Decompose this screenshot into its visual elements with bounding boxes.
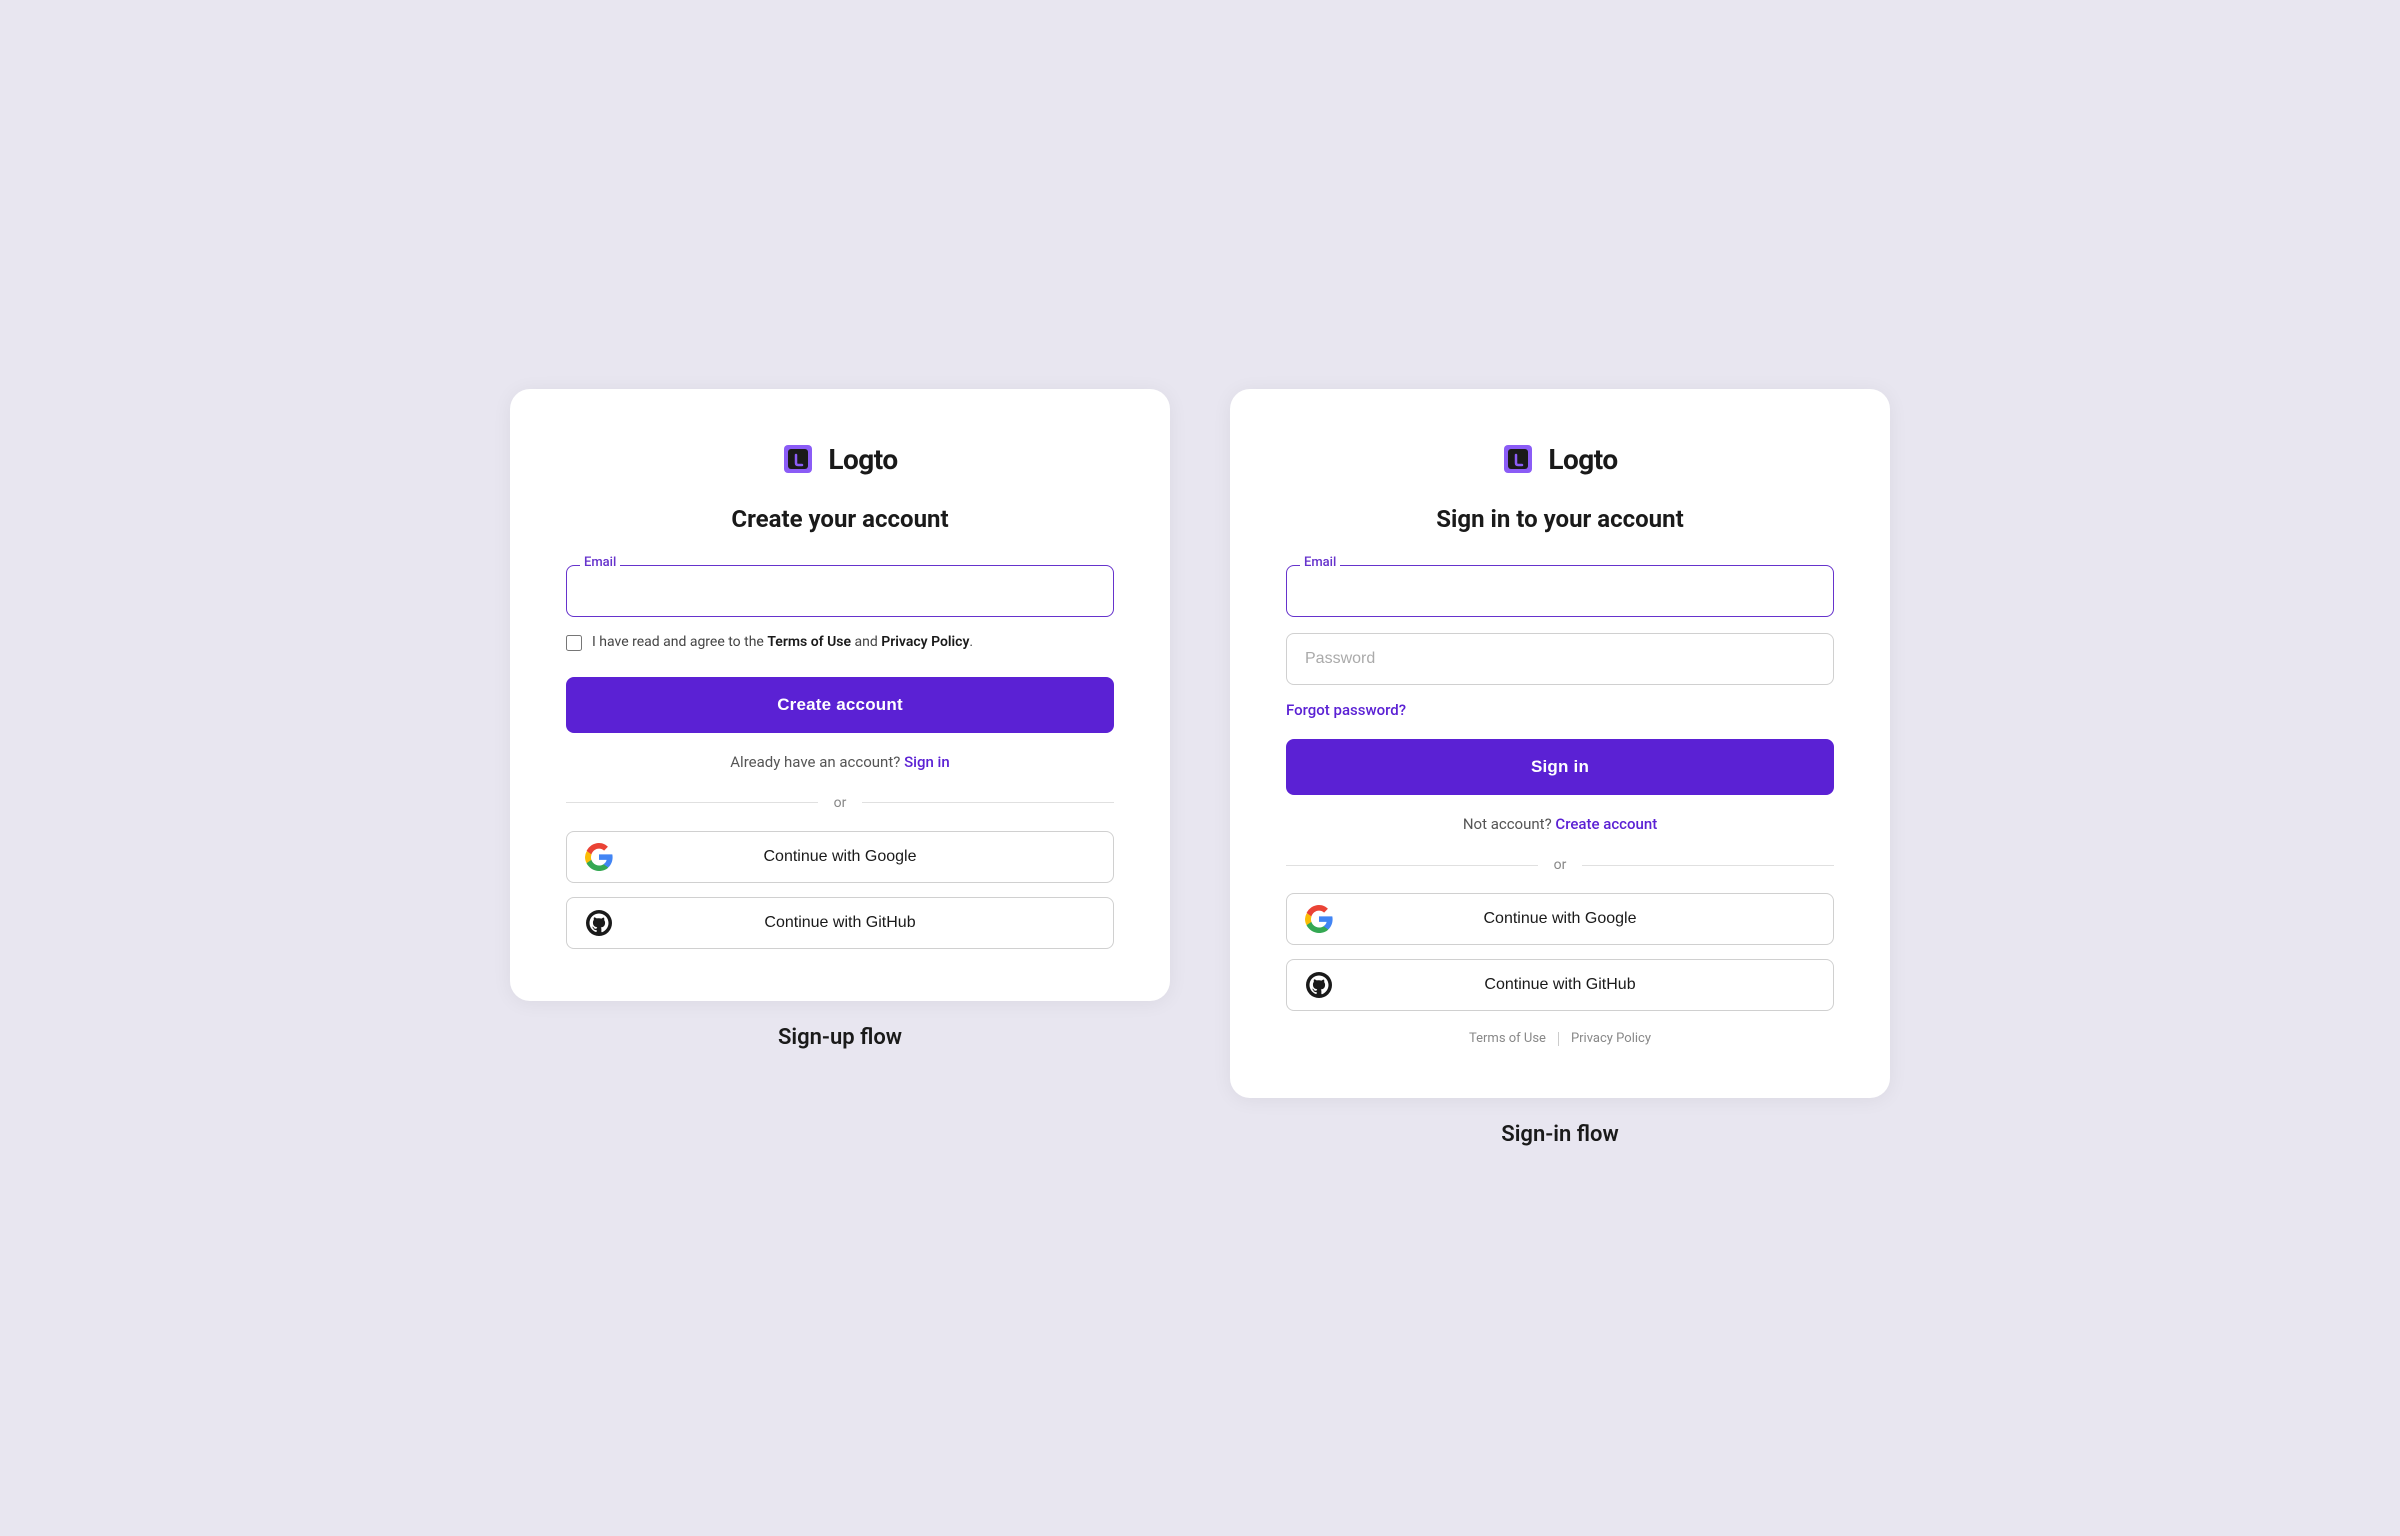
signin-privacy-link[interactable]: Privacy Policy <box>1571 1031 1651 1046</box>
signup-title: Create your account <box>566 505 1114 533</box>
signin-footer-links: Terms of Use Privacy Policy <box>1286 1031 1834 1046</box>
google-icon <box>585 843 613 871</box>
signin-password-input[interactable] <box>1286 633 1834 685</box>
signup-terms-link[interactable]: Terms of Use <box>767 634 851 650</box>
signin-google-button[interactable]: Continue with Google <box>1286 893 1834 945</box>
signup-github-label: Continue with GitHub <box>585 914 1095 932</box>
signin-divider: or <box>1286 857 1834 873</box>
signin-title: Sign in to your account <box>1286 505 1834 533</box>
signin-github-label: Continue with GitHub <box>1305 976 1815 994</box>
logto-logo-icon-signin <box>1502 441 1538 477</box>
signin-button[interactable]: Sign in <box>1286 739 1834 795</box>
signup-divider-line-left <box>566 802 818 803</box>
signin-logo-area: Logto <box>1286 441 1834 477</box>
signup-signin-link[interactable]: Sign in <box>904 753 950 771</box>
signup-logo-area: Logto <box>566 441 1114 477</box>
signin-email-input[interactable] <box>1286 565 1834 617</box>
signup-google-label: Continue with Google <box>585 848 1095 866</box>
signin-divider-line-right <box>1582 865 1834 866</box>
github-icon-signin <box>1305 971 1333 999</box>
signin-email-label: Email <box>1300 555 1340 570</box>
footer-divider <box>1558 1032 1559 1046</box>
signin-email-group: Email <box>1286 565 1834 617</box>
signup-terms-checkbox[interactable] <box>566 635 582 651</box>
github-icon <box>585 909 613 937</box>
signin-terms-link[interactable]: Terms of Use <box>1469 1031 1546 1046</box>
signin-github-button[interactable]: Continue with GitHub <box>1286 959 1834 1011</box>
signup-terms-label: I have read and agree to the Terms of Us… <box>592 633 973 653</box>
signin-card: Logto Sign in to your account Email Forg… <box>1230 389 1890 1098</box>
signin-create-row: Not account? Create account <box>1286 815 1834 833</box>
signup-signin-row: Already have an account? Sign in <box>566 753 1114 771</box>
signup-terms-row: I have read and agree to the Terms of Us… <box>566 633 1114 653</box>
signin-create-link[interactable]: Create account <box>1555 815 1657 833</box>
signin-divider-line-left <box>1286 865 1538 866</box>
signup-email-input[interactable] <box>566 565 1114 617</box>
signup-github-button[interactable]: Continue with GitHub <box>566 897 1114 949</box>
signup-privacy-link[interactable]: Privacy Policy <box>881 634 969 650</box>
signin-flow-label: Sign-in flow <box>1501 1122 1618 1147</box>
signup-divider-line-right <box>862 802 1114 803</box>
signup-email-label: Email <box>580 555 620 570</box>
signup-logo-text: Logto <box>828 443 897 476</box>
signup-email-group: Email <box>566 565 1114 617</box>
forgot-password-link[interactable]: Forgot password? <box>1286 701 1834 719</box>
signin-section: Logto Sign in to your account Email Forg… <box>1220 389 1900 1147</box>
logto-logo-icon <box>782 441 818 477</box>
signup-divider: or <box>566 795 1114 811</box>
signin-divider-text: or <box>1554 857 1567 873</box>
signup-flow-label: Sign-up flow <box>778 1025 902 1050</box>
signin-google-label: Continue with Google <box>1305 910 1815 928</box>
signin-logo-text: Logto <box>1548 443 1617 476</box>
google-icon-signin <box>1305 905 1333 933</box>
signup-google-button[interactable]: Continue with Google <box>566 831 1114 883</box>
create-account-button[interactable]: Create account <box>566 677 1114 733</box>
signup-card: Logto Create your account Email I have r… <box>510 389 1170 1001</box>
page-container: Logto Create your account Email I have r… <box>500 389 1900 1147</box>
signup-divider-text: or <box>834 795 847 811</box>
signin-password-group <box>1286 633 1834 697</box>
signup-section: Logto Create your account Email I have r… <box>500 389 1180 1050</box>
